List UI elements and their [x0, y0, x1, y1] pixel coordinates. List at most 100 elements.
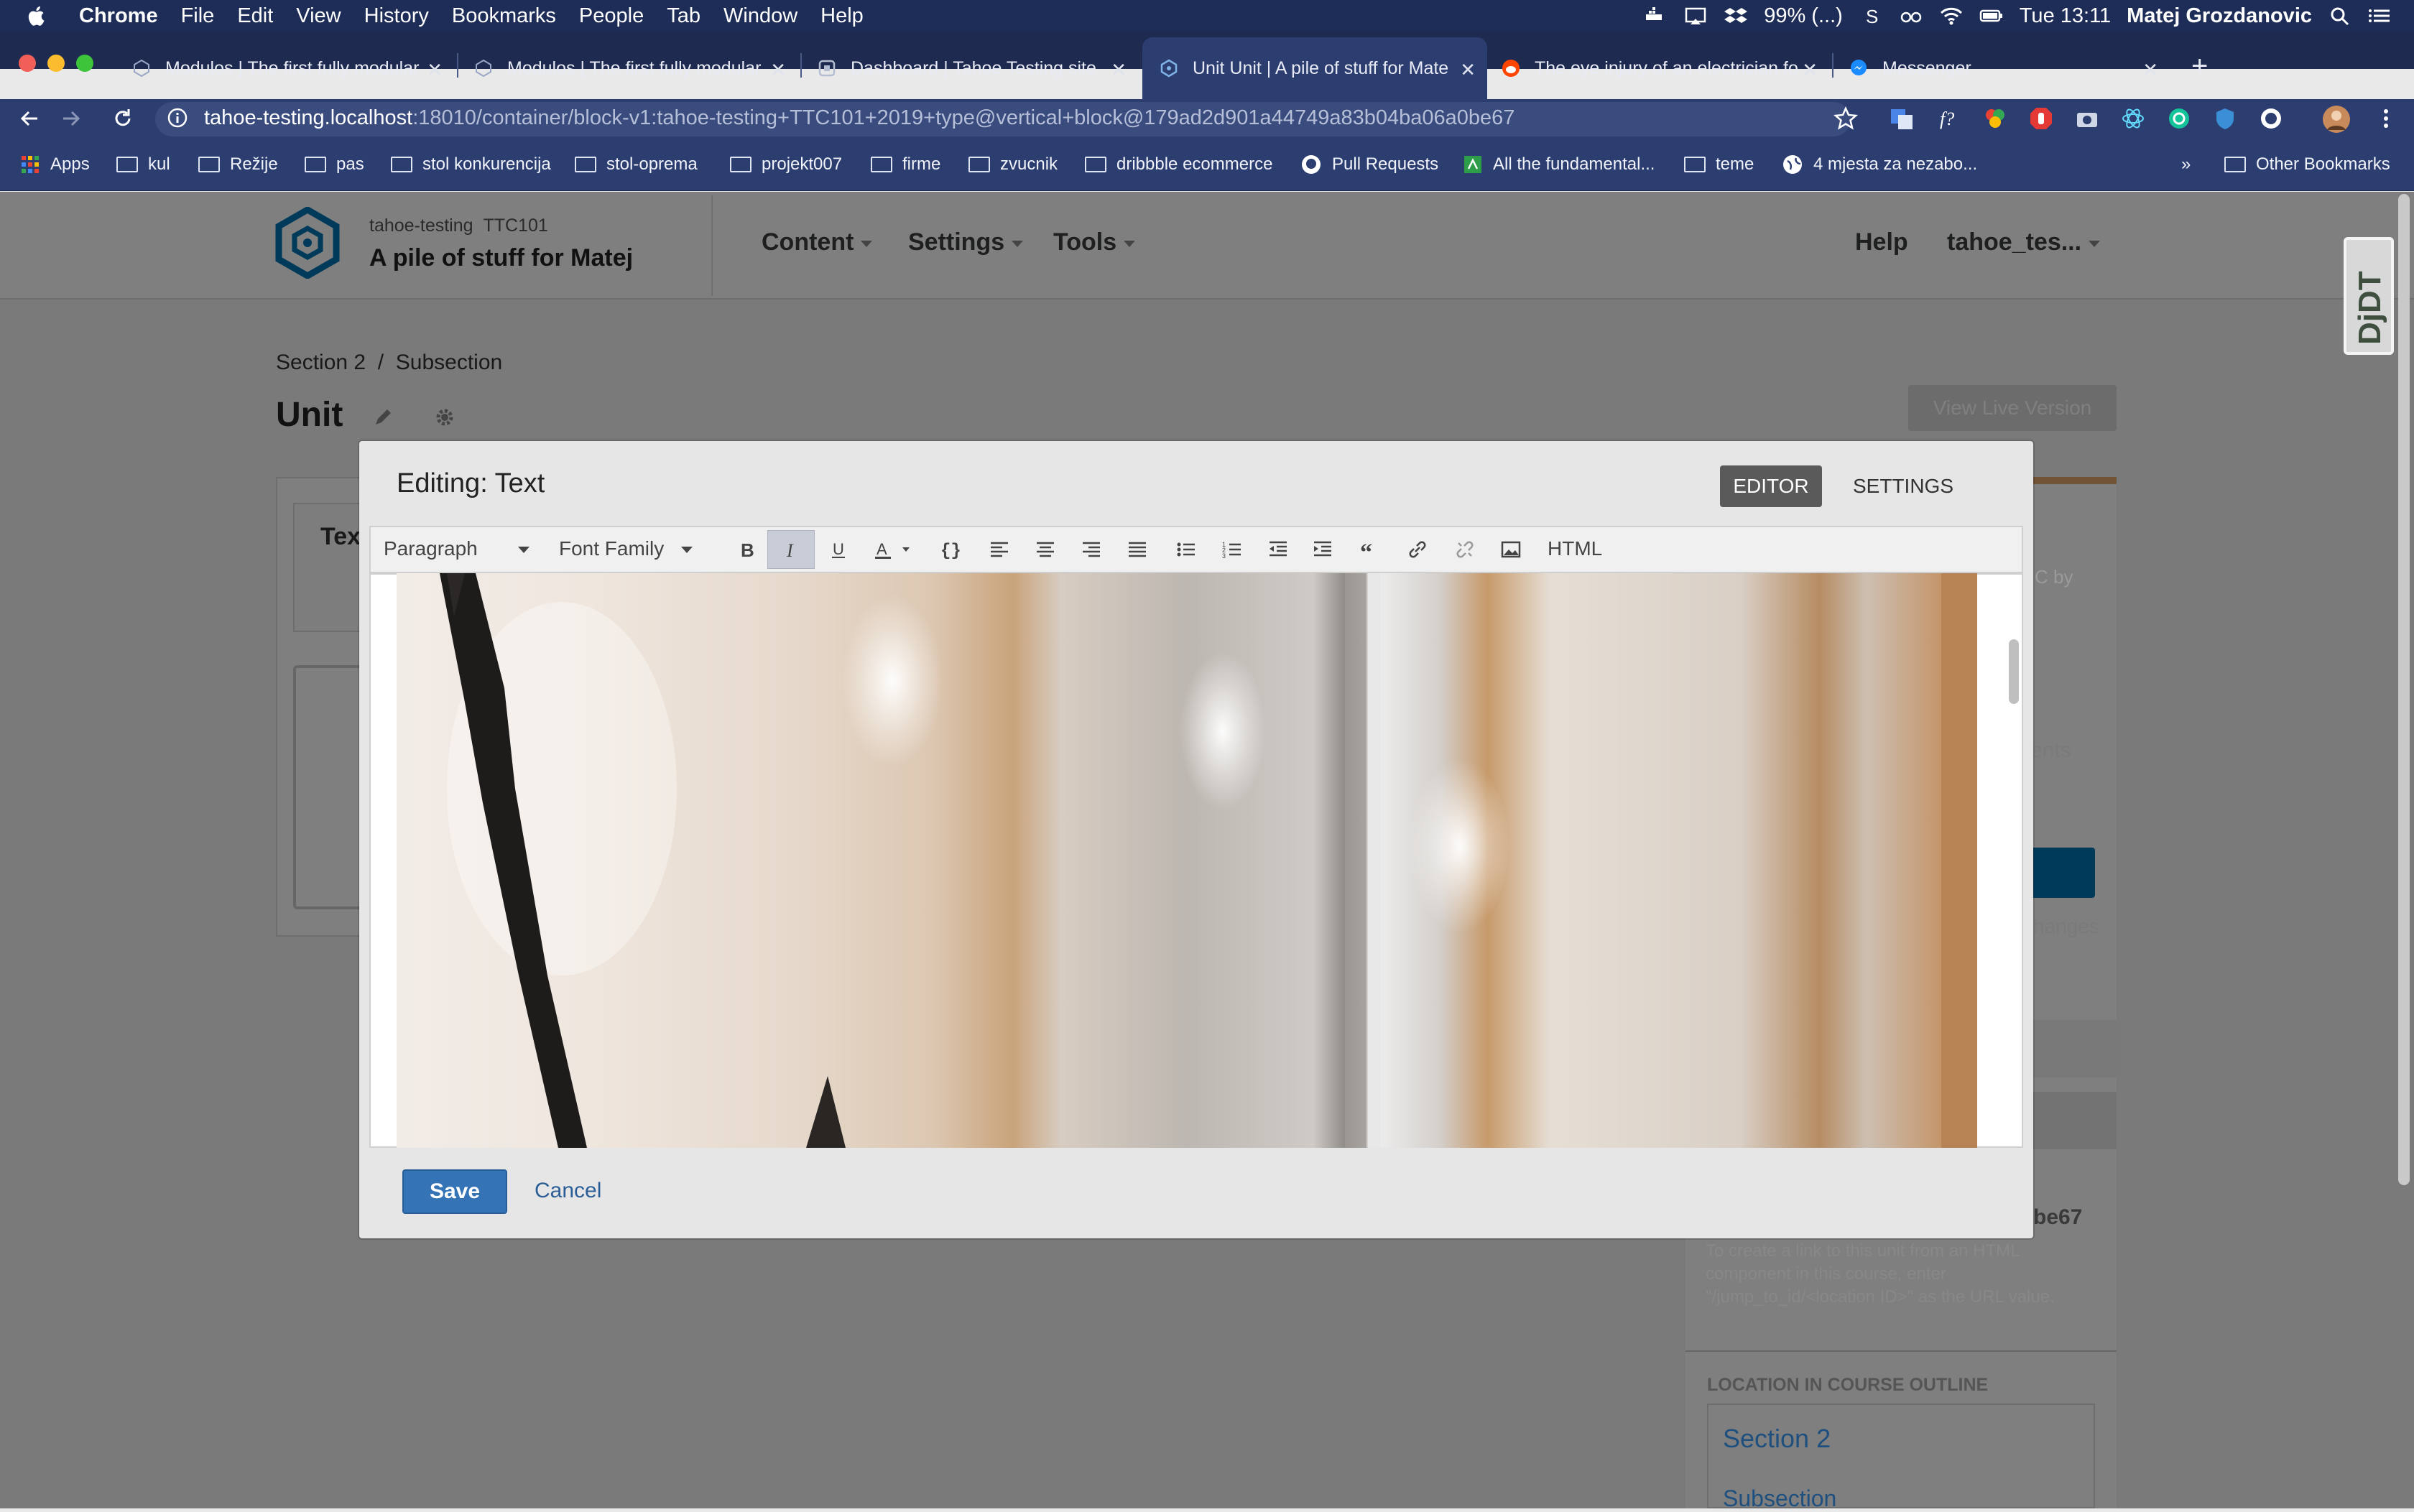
- tab-close-icon[interactable]: ✕: [770, 59, 786, 81]
- bookmark-folder-dribbble[interactable]: dribbble ecommerce: [1085, 152, 1272, 177]
- spotlight-search-icon[interactable]: [2328, 6, 2352, 26]
- bold-button[interactable]: B: [736, 539, 757, 561]
- bookmark-folder-rezije[interactable]: Režije: [198, 152, 278, 177]
- tab-reddit[interactable]: The eye injury of an electrician fo ✕: [1492, 37, 1829, 99]
- bookmark-other-bookmarks[interactable]: Other Bookmarks: [2224, 152, 2390, 177]
- italic-button[interactable]: I: [780, 539, 802, 561]
- tab-unit-active[interactable]: Unit Unit | A pile of stuff for Mate ✕: [1142, 37, 1487, 99]
- battery-icon[interactable]: [1979, 6, 2004, 26]
- tab-dashboard[interactable]: Dashboard | Tahoe Testing site ✕: [808, 37, 1138, 99]
- bookmark-folder-projekt007[interactable]: projekt007: [730, 152, 842, 177]
- bookmark-folder-kul[interactable]: kul: [116, 152, 170, 177]
- skype-icon[interactable]: S: [1859, 6, 1883, 26]
- window-zoom-button[interactable]: [76, 55, 93, 72]
- new-tab-button[interactable]: +: [2191, 52, 2208, 80]
- tab-close-icon[interactable]: ✕: [1460, 59, 1476, 81]
- tab-close-icon[interactable]: ✕: [1802, 59, 1818, 81]
- remove-link-button[interactable]: [1454, 539, 1476, 560]
- bookmarks-overflow-chevron[interactable]: »: [2181, 152, 2191, 177]
- inserted-photo[interactable]: [397, 573, 1977, 1148]
- page-scrollbar[interactable]: [2398, 194, 2410, 1185]
- insert-link-button[interactable]: [1407, 539, 1428, 560]
- menu-edit[interactable]: Edit: [237, 4, 273, 28]
- menu-people[interactable]: People: [579, 4, 644, 28]
- django-debug-toolbar-handle[interactable]: DjDT: [2344, 237, 2394, 355]
- text-color-button[interactable]: A: [874, 539, 917, 560]
- tab-settings[interactable]: SETTINGS: [1842, 465, 1964, 507]
- profile-avatar[interactable]: [2322, 105, 2351, 134]
- translate-extension-icon[interactable]: [1890, 106, 1914, 131]
- wifi-icon[interactable]: [1939, 6, 1964, 26]
- window-minimize-button[interactable]: [47, 55, 65, 72]
- adblock-extension-icon[interactable]: [2029, 106, 2053, 131]
- screenshot-extension-icon[interactable]: [2075, 106, 2099, 131]
- numbered-list-button[interactable]: 123: [1221, 539, 1243, 560]
- location-section-link[interactable]: Section 2: [1723, 1424, 1831, 1454]
- code-button[interactable]: {}: [940, 539, 961, 561]
- menu-help[interactable]: Help: [820, 4, 864, 28]
- indent-button[interactable]: [1312, 539, 1333, 560]
- underline-button[interactable]: U: [828, 539, 849, 560]
- bookmark-folder-firme[interactable]: firme: [871, 152, 940, 177]
- location-subsection-link[interactable]: Subsection: [1723, 1485, 1836, 1512]
- window-close-button[interactable]: [19, 55, 36, 72]
- tab-editor[interactable]: EDITOR: [1720, 465, 1822, 507]
- address-url[interactable]: tahoe-testing.localhost:18010/container/…: [204, 106, 1514, 130]
- airplay-icon[interactable]: [1683, 6, 1708, 26]
- battery-percent[interactable]: 99% (...): [1764, 4, 1843, 28]
- menu-window[interactable]: Window: [723, 4, 797, 28]
- clock[interactable]: Tue 13:11: [2020, 4, 2111, 28]
- notification-center-icon[interactable]: [2368, 6, 2392, 26]
- blockquote-button[interactable]: “: [1359, 539, 1381, 566]
- bookmark-star-icon[interactable]: [1833, 106, 1858, 131]
- menu-file[interactable]: File: [181, 4, 215, 28]
- grammar-extension-icon[interactable]: [2167, 106, 2191, 131]
- glasses-icon[interactable]: [1899, 6, 1923, 26]
- bullet-list-button[interactable]: [1175, 539, 1197, 560]
- menu-view[interactable]: View: [296, 4, 341, 28]
- bookmark-4-mjesta[interactable]: 4 mjesta za nezabo...: [1782, 152, 1977, 177]
- menu-tab[interactable]: Tab: [667, 4, 700, 28]
- forward-icon[interactable]: [59, 106, 83, 131]
- apple-icon[interactable]: [27, 4, 47, 27]
- back-icon[interactable]: [17, 106, 42, 131]
- cancel-button[interactable]: Cancel: [535, 1179, 601, 1203]
- bookmark-folder-pas[interactable]: pas: [305, 152, 364, 177]
- react-devtools-icon[interactable]: [2121, 106, 2145, 131]
- font-family-select[interactable]: Font Family: [559, 537, 693, 560]
- editor-scrollbar-thumb[interactable]: [2009, 639, 2019, 704]
- dropbox-icon[interactable]: [1724, 6, 1748, 26]
- html-source-button[interactable]: HTML: [1548, 537, 1602, 560]
- incognito-extension-icon[interactable]: [2259, 106, 2283, 131]
- tab-modulos-2[interactable]: Modulos | The first fully modular ✕: [464, 37, 797, 99]
- color-extension-icon[interactable]: [1983, 106, 2007, 131]
- bookmark-fundamental[interactable]: All the fundamental...: [1463, 152, 1655, 177]
- site-info-icon[interactable]: [167, 107, 188, 129]
- align-center-button[interactable]: [1035, 539, 1056, 560]
- bookmark-folder-teme[interactable]: teme: [1684, 152, 1754, 177]
- reload-icon[interactable]: [111, 106, 135, 131]
- menu-app-name[interactable]: Chrome: [79, 4, 158, 28]
- align-left-button[interactable]: [989, 539, 1010, 560]
- shield-extension-icon[interactable]: [2213, 106, 2237, 131]
- insert-image-button[interactable]: [1500, 539, 1522, 560]
- font-extension-icon[interactable]: f?: [1937, 106, 1961, 131]
- menu-history[interactable]: History: [364, 4, 429, 28]
- menu-bookmarks[interactable]: Bookmarks: [452, 4, 556, 28]
- save-button[interactable]: Save: [402, 1169, 507, 1214]
- align-justify-button[interactable]: [1127, 539, 1148, 560]
- chrome-menu-icon[interactable]: [2374, 106, 2398, 131]
- format-select[interactable]: Paragraph: [384, 537, 529, 560]
- tab-close-icon[interactable]: ✕: [427, 59, 443, 81]
- docker-icon[interactable]: [1643, 6, 1668, 26]
- align-right-button[interactable]: [1081, 539, 1102, 560]
- bookmark-pull-requests[interactable]: Pull Requests: [1300, 152, 1438, 177]
- tab-close-icon[interactable]: ✕: [1111, 59, 1127, 81]
- outdent-button[interactable]: [1267, 539, 1289, 560]
- bookmark-folder-stol-konkurencija[interactable]: stol konkurencija: [391, 152, 551, 177]
- bookmark-folder-stol-oprema[interactable]: stol-oprema: [575, 152, 698, 177]
- bookmark-apps[interactable]: Apps: [20, 152, 90, 177]
- bookmark-folder-zvucnik[interactable]: zvucnik: [968, 152, 1058, 177]
- tab-modulos-1[interactable]: Modulos | The first fully modular ✕: [122, 37, 454, 99]
- tab-close-icon[interactable]: ✕: [2142, 59, 2158, 81]
